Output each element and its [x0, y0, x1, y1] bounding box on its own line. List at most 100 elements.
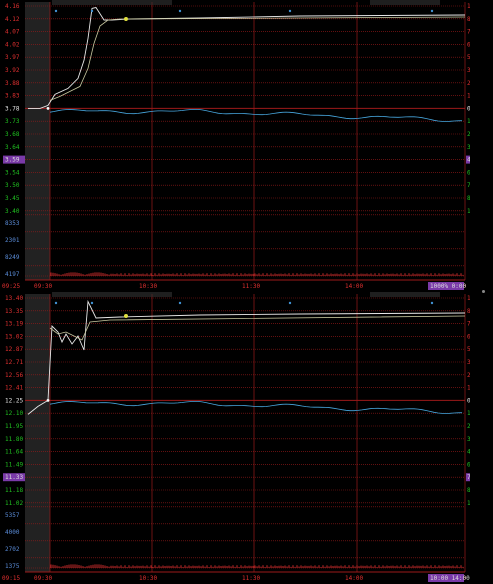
- event-dot: [90, 301, 94, 305]
- price-label: 3.92: [5, 67, 20, 74]
- time-label: 09:25: [2, 283, 20, 290]
- pct-label: 8.76%: [467, 195, 470, 202]
- event-dot: [178, 301, 182, 305]
- pct-label: 6.23%: [467, 169, 470, 176]
- average-line: [49, 16, 466, 101]
- intraday-chart-top[interactable]: 4.16 4.12 4.07 4.02 3.97 3.92 3.88 3.83 3.78 3.73…: [0, 0, 470, 292]
- price-label: 13.19: [5, 321, 23, 328]
- price-label: 12.87: [5, 346, 23, 353]
- intraday-chart-bottom[interactable]: 13.40 13.35 13.19 13.02 12.87 12.71 12.56 12.41…: [0, 292, 470, 584]
- event-dot: [90, 9, 94, 13]
- pct-label: 7.56%: [467, 474, 470, 481]
- pct-label: 6.31%: [467, 333, 470, 340]
- time-label: 11:30: [242, 283, 260, 290]
- time-label: 11:30: [242, 575, 260, 582]
- time-highlight-label: 1000% 0:00: [430, 283, 467, 290]
- price-label: 11.64: [5, 449, 23, 456]
- scroll-dot-icon: [482, 290, 485, 293]
- pct-label: 7.56%: [467, 321, 470, 328]
- pct-label: 2.52%: [467, 80, 470, 87]
- chart-canvas[interactable]: 13.40 13.35 13.19 13.02 12.87 12.71 12.56 12.41…: [0, 292, 470, 584]
- price-label: 3.40: [5, 208, 20, 215]
- pct-label: 6.22%: [467, 461, 470, 468]
- price-label: 11.95: [5, 423, 23, 430]
- price-label: 3.78: [5, 105, 20, 112]
- pct-label: 0.00%: [467, 397, 470, 404]
- pct-label: 4.88%: [467, 449, 470, 456]
- event-dot: [288, 301, 292, 305]
- marker-dot: [124, 17, 128, 21]
- volume-label: 4197: [5, 271, 20, 278]
- header-right-strip: [370, 0, 440, 5]
- volume-label: 2301: [5, 237, 20, 244]
- event-dot: [430, 9, 434, 13]
- pct-label: 6.31%: [467, 41, 470, 48]
- price-label: 11.02: [5, 500, 23, 507]
- pct-label: 1.21%: [467, 410, 470, 417]
- pct-label: 10.04%: [467, 500, 470, 507]
- index-line: [49, 109, 463, 122]
- time-label: 09:30: [34, 283, 52, 290]
- header-title-strip: [52, 0, 172, 5]
- price-label: 3.97: [5, 54, 20, 61]
- time-label: 14:00: [345, 575, 363, 582]
- price-label: 4.16: [5, 3, 20, 10]
- price-label: 13.40: [5, 295, 23, 302]
- event-dot: [54, 301, 58, 305]
- pct-label: 10.05%: [467, 208, 470, 215]
- pct-label: 3.69%: [467, 436, 470, 443]
- event-dot: [54, 9, 58, 13]
- open-dot: [46, 399, 50, 402]
- price-label: 11.80: [5, 436, 23, 443]
- price-label: 12.25: [5, 397, 23, 404]
- index-line: [49, 401, 463, 414]
- header-title-strip: [52, 292, 172, 297]
- volume-label: 5357: [5, 512, 20, 519]
- volume-label: 2702: [5, 546, 20, 553]
- pct-label: 2.47%: [467, 131, 470, 138]
- price-label: 3.73: [5, 118, 20, 125]
- price-label: 12.41: [5, 385, 23, 392]
- pct-label: 2.56%: [467, 372, 470, 379]
- volume-label: 1375: [5, 563, 20, 570]
- chart-canvas[interactable]: 4.16 4.12 4.07 4.02 3.97 3.92 3.88 3.83 3.78 3.73…: [0, 0, 470, 292]
- price-label: 3.68: [5, 131, 20, 138]
- pct-label: 3.70%: [467, 144, 470, 151]
- price-label: 3.59: [5, 157, 20, 164]
- event-dot: [430, 301, 434, 305]
- price-label: 12.10: [5, 410, 23, 417]
- pct-label: 7.57%: [467, 29, 470, 36]
- pct-label: 3.79%: [467, 67, 470, 74]
- pct-label: 3.78%: [467, 359, 470, 366]
- open-dot: [46, 107, 50, 110]
- pct-label: 8.76%: [467, 487, 470, 494]
- pct-label: 5.05%: [467, 346, 470, 353]
- price-label: 4.07: [5, 29, 20, 36]
- price-label: 11.33: [5, 474, 23, 481]
- time-label: 14:00: [345, 283, 363, 290]
- price-label: 11.18: [5, 487, 23, 494]
- marker-dot: [124, 314, 128, 318]
- price-line: [28, 6, 466, 109]
- premarket-column: [25, 2, 50, 280]
- price-label: 3.88: [5, 80, 20, 87]
- header-right-strip: [370, 292, 440, 297]
- price-label: 3.54: [5, 169, 20, 176]
- price-label: 12.56: [5, 372, 23, 379]
- price-label: 3.64: [5, 144, 20, 151]
- pct-label: 4.94%: [467, 157, 470, 164]
- time-label: 09:15: [2, 575, 20, 582]
- price-label: 4.12: [5, 16, 20, 23]
- time-label: 09:30: [34, 575, 52, 582]
- premarket-column: [25, 294, 50, 572]
- price-label: 11.49: [5, 461, 23, 468]
- price-label: 3.45: [5, 195, 20, 202]
- price-label: 13.35: [5, 308, 23, 315]
- time-highlight-label: 10:00 14:00: [430, 575, 470, 582]
- volume-label: 8249: [5, 254, 20, 261]
- time-label: 10:30: [139, 575, 157, 582]
- event-dot: [178, 9, 182, 13]
- pct-label: 2.45%: [467, 423, 470, 430]
- price-label: 3.83: [5, 93, 20, 100]
- event-dot: [288, 9, 292, 13]
